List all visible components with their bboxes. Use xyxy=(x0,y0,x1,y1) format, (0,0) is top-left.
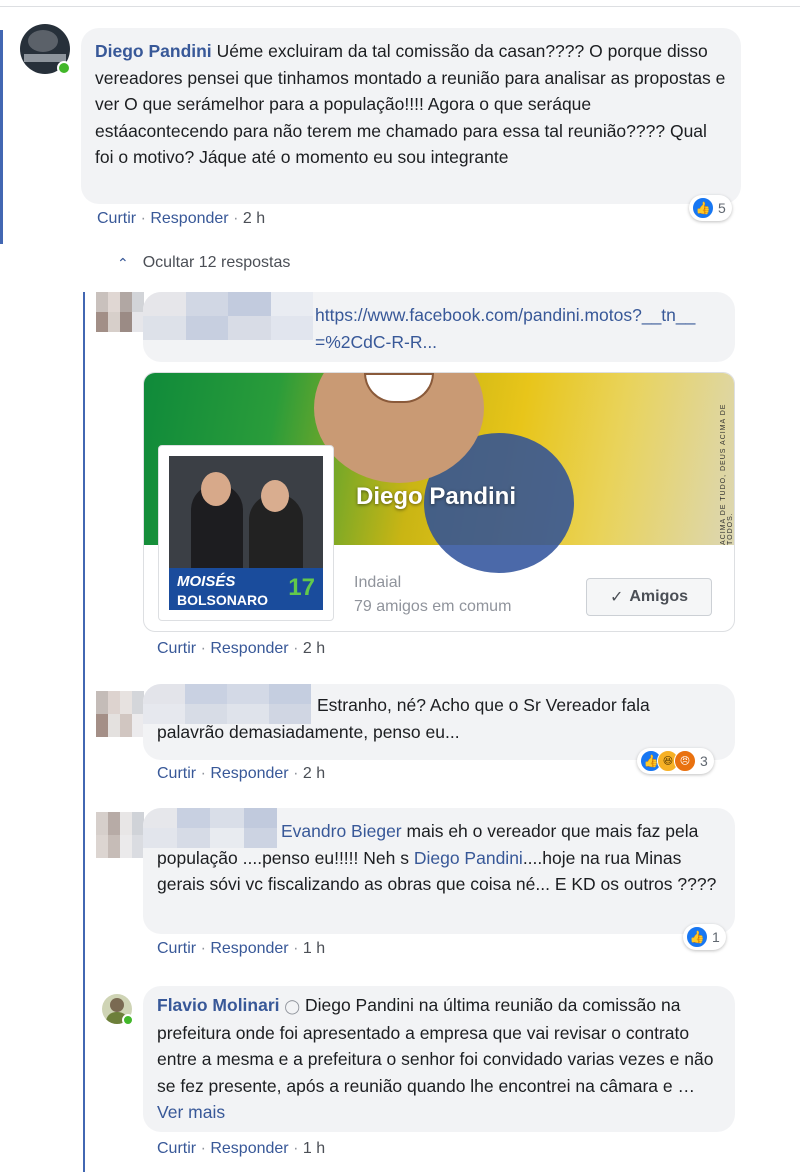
blurred-avatar xyxy=(96,292,144,332)
blurred-author-name xyxy=(143,808,277,848)
reaction-summary[interactable]: 👍 5 xyxy=(689,195,732,221)
mutual-friends[interactable]: 79 amigos em comum xyxy=(354,595,511,619)
see-more-link[interactable]: Ver mais xyxy=(157,1102,225,1122)
comment-actions: Curtir · Responder · 2 h xyxy=(97,210,266,227)
timestamp[interactable]: 1 h xyxy=(303,1140,325,1157)
like-reaction-icon: 👍 xyxy=(686,926,708,948)
comment-author[interactable]: Flavio Molinari xyxy=(157,995,280,1015)
reply-bubble: Flavio Molinari ◯ Diego Pandini na últim… xyxy=(143,986,735,1132)
reply-button[interactable]: Responder xyxy=(210,940,288,957)
comment-actions: Curtir · Responder · 1 h xyxy=(157,940,326,957)
reply-bubble: https://www.facebook.com/pandini.motos?_… xyxy=(143,292,735,362)
profile-picture[interactable]: MOISÉS BOLSONARO 17 xyxy=(158,445,334,621)
hide-replies-label: Ocultar 12 respostas xyxy=(142,254,291,271)
top-divider xyxy=(0,6,800,7)
like-button[interactable]: Curtir xyxy=(157,640,196,657)
angry-reaction-icon: 😠 xyxy=(674,750,696,772)
replies-thread-line xyxy=(83,292,85,1172)
reaction-summary[interactable]: 👍 😆 😠 3 xyxy=(637,748,714,774)
card-meta: Indaial 79 amigos em comum xyxy=(354,571,511,619)
comment-actions: Curtir · Responder · 2 h xyxy=(157,765,326,782)
blurred-author-name xyxy=(143,292,313,340)
blurred-avatar xyxy=(96,691,144,737)
reply-button[interactable]: Responder xyxy=(210,765,288,782)
profile-name[interactable]: Diego Pandini xyxy=(356,483,516,511)
checkmark-icon: ✓ xyxy=(609,589,624,606)
chevron-up-icon: ⌃ xyxy=(117,254,129,271)
online-status-icon xyxy=(57,61,71,75)
picture-text-bolsonaro: BOLSONARO xyxy=(177,592,268,608)
like-button[interactable]: Curtir xyxy=(157,765,196,782)
shared-link[interactable]: https://www.facebook.com/pandini.motos?_… xyxy=(315,305,695,352)
like-button[interactable]: Curtir xyxy=(157,1140,196,1157)
picture-text-moises: MOISÉS xyxy=(177,573,236,590)
mention-evandro[interactable]: Evandro Bieger xyxy=(281,821,402,841)
profile-preview-card[interactable]: ACIMA DE TUDO, DEUS ACIMA DE TODOS. Dieg… xyxy=(143,372,735,632)
comment-author[interactable]: Diego Pandini xyxy=(95,41,212,61)
like-button[interactable]: Curtir xyxy=(97,210,136,227)
reaction-count: 3 xyxy=(700,753,708,769)
picture-number: 17 xyxy=(288,574,315,601)
reply-button[interactable]: Responder xyxy=(150,210,228,227)
thread-highlight-bar xyxy=(0,30,3,244)
timestamp[interactable]: 2 h xyxy=(303,765,325,782)
hide-replies-toggle[interactable]: ⌃ Ocultar 12 respostas xyxy=(117,254,290,272)
like-reaction-icon: 👍 xyxy=(692,197,714,219)
reply-bubble: Evandro Bieger mais eh o vereador que ma… xyxy=(143,808,735,934)
timestamp[interactable]: 2 h xyxy=(243,210,265,227)
reply-button[interactable]: Responder xyxy=(210,1140,288,1157)
friends-button[interactable]: ✓ Amigos xyxy=(586,578,712,616)
friends-button-label: Amigos xyxy=(629,588,689,605)
reaction-count: 5 xyxy=(718,200,726,216)
reaction-summary[interactable]: 👍 1 xyxy=(683,924,726,950)
timestamp[interactable]: 1 h xyxy=(303,940,325,957)
profile-location: Indaial xyxy=(354,574,402,591)
blurred-avatar xyxy=(96,812,144,858)
main-comment-bubble: Diego Pandini Uéme excluiram da tal comi… xyxy=(81,28,741,204)
mention-diego[interactable]: Diego Pandini xyxy=(414,848,523,868)
comment-actions: Curtir · Responder · 1 h xyxy=(157,1140,326,1157)
online-status-icon xyxy=(122,1014,134,1026)
reaction-count: 1 xyxy=(712,929,720,945)
cover-vertical-text: ACIMA DE TUDO, DEUS ACIMA DE TODOS. xyxy=(720,403,734,545)
blurred-author-name xyxy=(143,684,311,724)
shield-icon: ◯ xyxy=(284,998,301,1014)
comment-actions: Curtir · Responder · 2 h xyxy=(157,640,326,657)
reply-button[interactable]: Responder xyxy=(210,640,288,657)
timestamp[interactable]: 2 h xyxy=(303,640,325,657)
like-button[interactable]: Curtir xyxy=(157,940,196,957)
